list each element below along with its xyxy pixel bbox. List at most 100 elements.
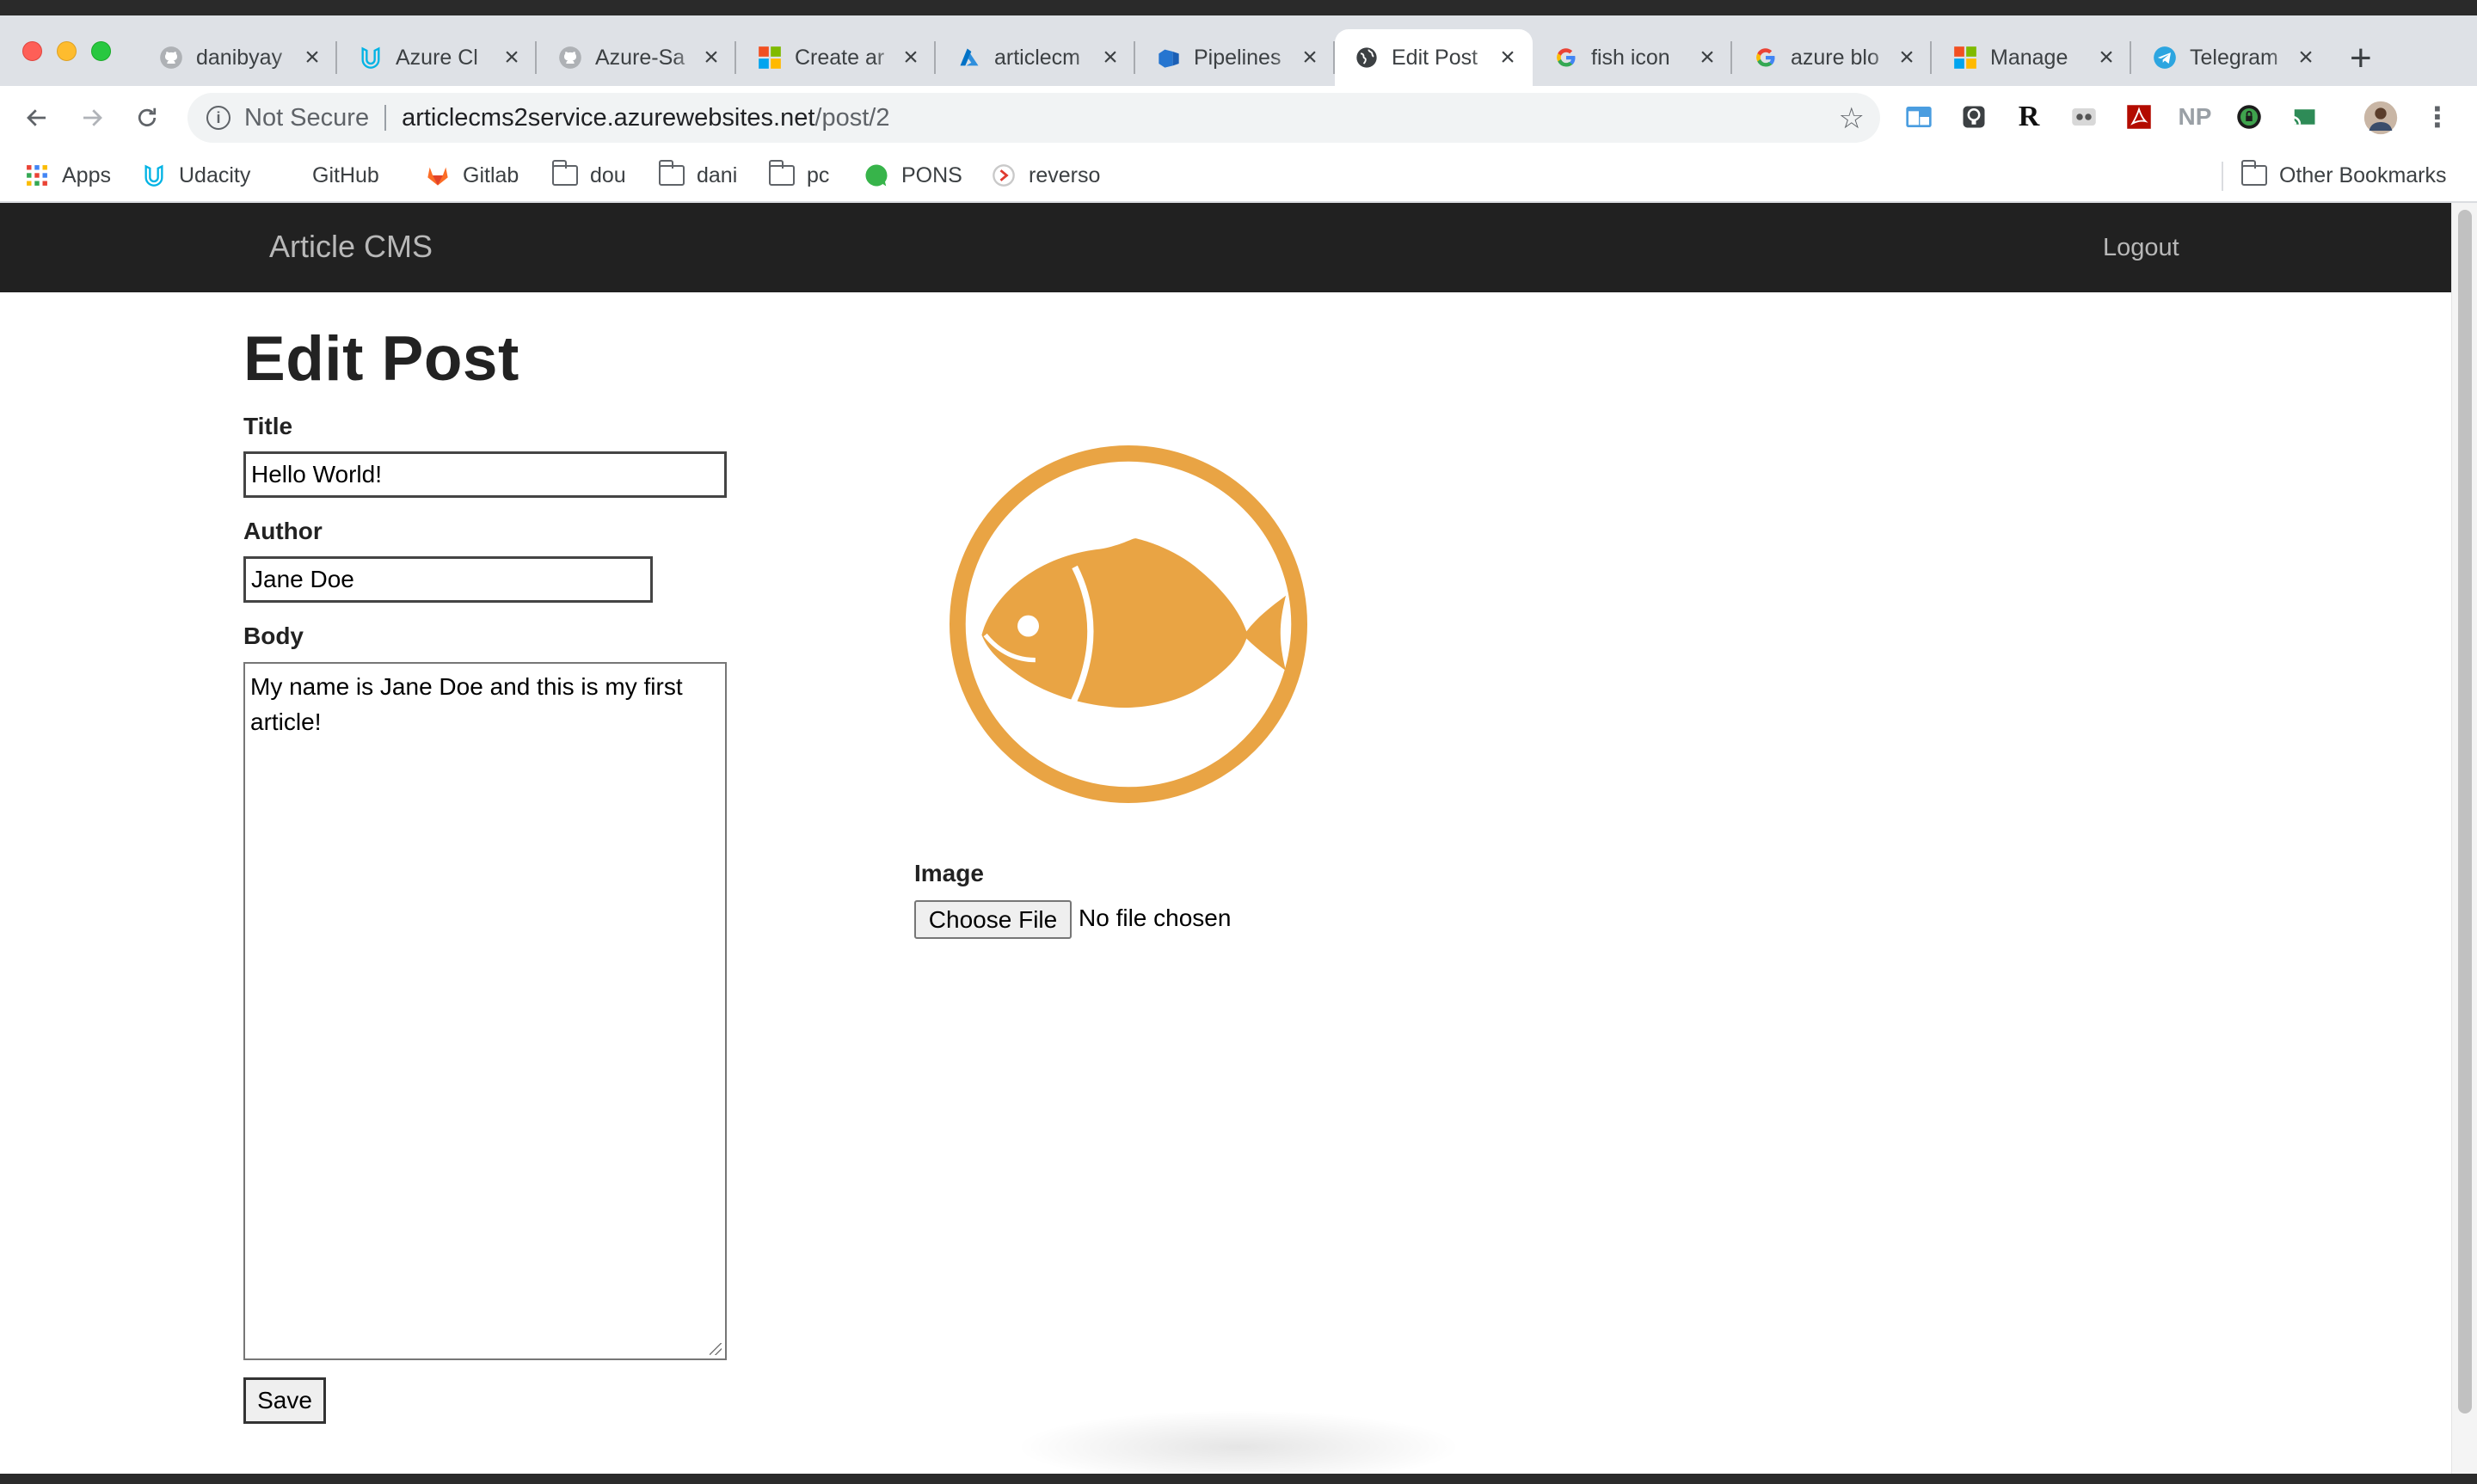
extension-cast-icon[interactable] [2289,101,2320,132]
info-icon[interactable]: i [206,106,230,130]
close-tab-icon[interactable]: × [2295,45,2317,71]
github-icon [557,45,583,71]
tab-danibyay[interactable]: danibyay × [139,29,337,86]
extension-pdf-icon[interactable] [2124,101,2154,132]
image-label: Image [914,860,984,886]
tab-separator [1730,41,1732,74]
extension-np-icon[interactable]: NP [2176,101,2214,132]
telegram-icon [2152,45,2178,71]
menu-dots-icon[interactable]: ⋮ [2422,101,2453,132]
microsoft-icon [1952,45,1978,71]
close-tab-icon[interactable]: × [900,45,922,71]
bookmarks-divider [2222,162,2223,191]
page-scrollbar[interactable] [2451,203,2477,1474]
body-textarea[interactable]: My name is Jane Doe and this is my first… [243,662,727,1360]
tab-edit-post[interactable]: Edit Post × [1335,29,1533,86]
tab-azure-blob[interactable]: azure blo × [1734,29,1932,86]
url-host: articlecms2service.azurewebsites.net [402,103,815,132]
bookmark-github[interactable]: GitHub [290,160,379,191]
bookmark-star-icon[interactable]: ☆ [1839,101,1865,136]
tab-pipelines[interactable]: Pipelines × [1137,29,1335,86]
bookmark-gitlab[interactable]: Gitlab [425,160,519,191]
folder-icon [2240,160,2267,188]
resize-handle-icon[interactable] [710,1343,722,1355]
close-tab-icon[interactable]: × [2095,45,2117,71]
macos-menubar [0,0,2477,15]
minimize-window-button[interactable] [57,41,77,61]
close-tab-icon[interactable]: × [1099,45,1122,71]
udacity-icon [141,163,167,188]
pons-icon [864,163,889,188]
tab-create[interactable]: Create ar × [738,29,936,86]
extension-bulb-icon[interactable] [1958,101,1989,132]
bookmark-apps[interactable]: Apps [24,160,111,191]
author-input[interactable] [243,556,653,603]
title-input[interactable] [243,451,727,498]
scrollbar-thumb[interactable] [2458,210,2472,1413]
apps-grid-icon [24,163,50,188]
close-tab-icon[interactable]: × [1299,45,1321,71]
zoom-window-button[interactable] [91,41,111,61]
profile-avatar[interactable] [2363,100,2399,136]
address-divider [384,105,387,131]
tab-fish-icon[interactable]: fish icon × [1534,29,1732,86]
app-brand[interactable]: Article CMS [269,229,433,265]
bookmarks-bar: Apps Udacity GitHub Gitlab dou dani pc P… [0,150,2477,203]
forward-button[interactable] [74,100,110,136]
app-navbar: Article CMS Logout [0,203,2451,292]
tab-azure-sample[interactable]: Azure-Sa × [538,29,736,86]
close-tab-icon[interactable]: × [700,45,722,71]
github-icon [158,45,184,71]
new-tab-button[interactable]: + [2350,40,2372,77]
tab-telegram[interactable]: Telegram × [2133,29,2331,86]
globe-icon [1354,45,1380,71]
close-tab-icon[interactable]: × [301,45,323,71]
address-bar[interactable]: i Not Secure articlecms2service.azureweb… [187,93,1880,143]
bookmark-other[interactable]: Other Bookmarks [2240,160,2447,191]
security-status: Not Secure [244,103,370,132]
folder-icon [768,160,795,188]
folder-icon [658,160,685,188]
extension-owl-icon[interactable] [2068,101,2099,132]
bookmark-reverso[interactable]: reverso [991,160,1100,191]
tab-manage[interactable]: Manage × [1933,29,2131,86]
save-button[interactable]: Save [243,1377,326,1424]
extension-r-icon[interactable]: R [2013,101,2044,132]
bookmark-folder-pc[interactable]: pc [768,160,829,191]
github-icon [290,163,300,188]
udacity-icon [358,45,384,71]
reverso-icon [991,163,1017,188]
bookmark-pons[interactable]: PONS [864,160,962,191]
logout-link[interactable]: Logout [2103,234,2179,262]
close-tab-icon[interactable]: × [1497,45,1519,71]
bookmark-folder-dani[interactable]: dani [658,160,737,191]
browser-toolbar: i Not Secure articlecms2service.azureweb… [0,86,2477,150]
extension-window-icon[interactable] [1903,101,1934,132]
close-tab-icon[interactable]: × [501,45,523,71]
azure-devops-icon [1156,45,1182,71]
azure-icon [956,45,982,71]
tab-azure-cloud[interactable]: Azure Cl × [339,29,537,86]
fish-icon [950,445,1307,803]
reload-button[interactable] [129,100,165,136]
back-button[interactable] [19,100,55,136]
page-viewport: Article CMS Logout Edit Post Title Autho… [0,203,2477,1474]
google-icon [1753,45,1779,71]
tab-separator [1134,41,1135,74]
page-title: Edit Post [243,324,519,394]
body-label: Body [243,622,304,649]
close-tab-icon[interactable]: × [1696,45,1718,71]
close-window-button[interactable] [22,41,42,61]
browser-window: danibyay × Azure Cl × Azure-Sa × Create … [0,0,2477,1484]
author-label: Author [243,518,323,544]
tab-articlecms[interactable]: articlecm × [937,29,1135,86]
bookmark-udacity[interactable]: Udacity [141,160,250,191]
body-text: My name is Jane Doe and this is my first… [250,673,683,735]
tab-strip: danibyay × Azure Cl × Azure-Sa × Create … [0,15,2477,86]
extension-lock-icon[interactable] [2234,101,2265,132]
choose-file-button[interactable]: Choose File [914,900,1072,939]
title-label: Title [243,413,293,439]
url-path: /post/2 [814,103,890,132]
bookmark-folder-dou[interactable]: dou [551,160,626,191]
close-tab-icon[interactable]: × [1896,45,1918,71]
